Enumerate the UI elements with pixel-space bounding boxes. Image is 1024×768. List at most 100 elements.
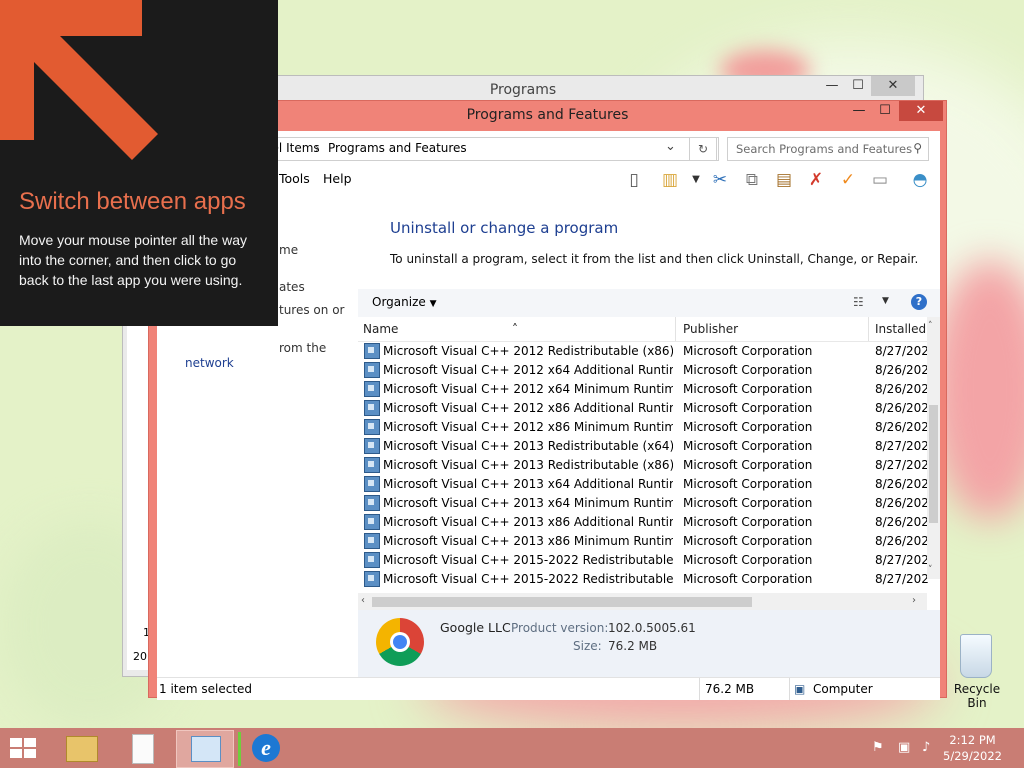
arrow-icon <box>0 0 158 160</box>
table-row[interactable]: Microsoft Visual C++ 2012 x64 Minimum Ru… <box>358 379 930 398</box>
table-row[interactable]: Microsoft Visual C++ 2015-2022 Redistrib… <box>358 550 930 569</box>
scroll-down-icon[interactable]: ˅ <box>928 565 933 575</box>
details-pane: Google LLC Product version: 102.0.5005.6… <box>358 610 940 677</box>
taskbar-internet-explorer[interactable]: e <box>238 730 294 766</box>
program-installed-date: 8/26/2021 <box>875 477 930 491</box>
program-list[interactable]: ˄ Name Publisher Installed On Microsoft … <box>358 317 940 593</box>
view-options-icon[interactable]: ☷ <box>853 295 864 309</box>
program-installed-date: 8/26/2021 <box>875 382 930 396</box>
menu-tools[interactable]: Tools <box>279 171 310 186</box>
address-dropdown[interactable]: ⌄ <box>665 139 676 154</box>
nav-link-network[interactable]: network <box>185 356 234 370</box>
refresh-button[interactable]: ↻ <box>689 137 717 161</box>
column-publisher[interactable]: Publisher <box>683 322 738 336</box>
installer-icon <box>364 571 380 587</box>
breadcrumb-programs-features[interactable]: Programs and Features <box>328 141 467 155</box>
breadcrumb-arrow[interactable]: › <box>315 141 320 155</box>
list-header: ˄ Name Publisher Installed On <box>358 317 940 342</box>
column-name[interactable]: Name <box>363 322 398 336</box>
flag-icon[interactable]: ⚑ <box>872 740 884 755</box>
column-divider[interactable] <box>868 317 869 341</box>
maximize-button[interactable]: ☐ <box>871 101 899 121</box>
help-icon[interactable]: ? <box>911 294 927 310</box>
scroll-thumb[interactable] <box>372 597 752 607</box>
nav-link-install[interactable]: rom the <box>279 341 326 355</box>
program-installed-date: 8/26/2021 <box>875 363 930 377</box>
start-button[interactable] <box>0 728 48 768</box>
table-row[interactable]: Microsoft Visual C++ 2012 x86 Additional… <box>358 398 930 417</box>
taskbar-notepad[interactable] <box>116 730 172 766</box>
menu-help[interactable]: Help <box>323 171 352 186</box>
organize-button[interactable]: Organize ▼ <box>372 295 437 309</box>
table-row[interactable]: Microsoft Visual C++ 2013 x64 Minimum Ru… <box>358 493 930 512</box>
network-icon[interactable]: ▣ <box>898 740 910 755</box>
recycle-bin-icon <box>960 634 992 678</box>
column-divider[interactable] <box>675 317 676 341</box>
details-version-label: Product version: <box>511 621 609 635</box>
horizontal-scrollbar[interactable]: ‹ › <box>358 593 927 610</box>
installer-icon <box>364 457 380 473</box>
table-row[interactable]: Microsoft Visual C++ 2012 x64 Additional… <box>358 360 930 379</box>
folder-options-icon[interactable]: ▥ <box>659 169 681 191</box>
properties-icon[interactable]: ▭ <box>869 169 891 191</box>
refresh-icon: ↻ <box>697 142 709 156</box>
minimize-button[interactable]: — <box>845 101 873 121</box>
table-row[interactable]: Microsoft Visual C++ 2013 Redistributabl… <box>358 455 930 474</box>
table-row[interactable]: Microsoft Visual C++ 2012 x86 Minimum Ru… <box>358 417 930 436</box>
search-input[interactable]: Search Programs and Features <box>736 142 912 156</box>
paste-icon[interactable]: ▤ <box>773 169 795 191</box>
details-size-label: Size: <box>573 639 602 653</box>
nav-link-updates[interactable]: ates <box>279 280 305 294</box>
scroll-thumb[interactable] <box>929 405 938 523</box>
chevron-down-icon[interactable]: ▼ <box>685 169 707 191</box>
command-bar: Organize ▼ ☷ ▼ ? <box>358 289 940 318</box>
clock[interactable]: 2:12 PM 5/29/2022 <box>943 732 1002 764</box>
search-box[interactable]: Search Programs and Features ⚲ <box>727 137 929 161</box>
scroll-left-icon[interactable]: ‹ <box>361 595 365 606</box>
installer-icon <box>364 533 380 549</box>
delete-icon[interactable]: ✗ <box>805 169 827 191</box>
taskbar-file-explorer[interactable] <box>54 730 110 766</box>
chevron-down-icon: ▼ <box>429 299 437 309</box>
close-button[interactable]: ✕ <box>899 101 943 121</box>
chevron-down-icon[interactable]: ▼ <box>882 296 889 306</box>
volume-icon[interactable]: ♪ <box>922 740 930 755</box>
scroll-up-icon[interactable]: ˄ <box>928 321 933 331</box>
taskbar-control-panel[interactable] <box>176 730 234 768</box>
program-publisher: Microsoft Corporation <box>683 477 813 491</box>
nav-link-home[interactable]: me <box>279 243 298 257</box>
cut-icon[interactable]: ✂ <box>709 169 731 191</box>
sort-indicator-icon: ˄ <box>512 322 518 336</box>
table-row[interactable]: Microsoft Visual C++ 2013 x86 Minimum Ru… <box>358 531 930 550</box>
details-publisher: Google LLC <box>440 620 511 635</box>
nav-link-features[interactable]: tures on or <box>279 303 344 317</box>
table-row[interactable]: Microsoft Visual C++ 2015-2022 Redistrib… <box>358 569 930 588</box>
control-panel-icon[interactable]: ◓ <box>909 169 931 191</box>
recycle-bin[interactable]: Recycle Bin <box>944 632 1010 710</box>
program-name: Microsoft Visual C++ 2012 x86 Additional… <box>383 401 673 415</box>
close-button[interactable]: ✕ <box>871 76 915 96</box>
program-publisher: Microsoft Corporation <box>683 420 813 434</box>
layout-icon[interactable]: ▯ <box>623 169 645 191</box>
program-name: Microsoft Visual C++ 2012 Redistributabl… <box>383 344 673 358</box>
vertical-scrollbar[interactable]: ˄ ˅ <box>927 317 940 579</box>
program-name: Microsoft Visual C++ 2013 x86 Minimum Ru… <box>383 534 673 548</box>
maximize-button[interactable]: ☐ <box>843 76 873 96</box>
table-row[interactable]: Microsoft Visual C++ 2012 Redistributabl… <box>358 341 930 360</box>
copy-icon[interactable]: ⧉ <box>741 169 763 191</box>
program-installed-date: 8/27/2021 <box>875 572 930 586</box>
column-installed-on[interactable]: Installed On <box>875 322 930 336</box>
installer-icon <box>364 362 380 378</box>
program-name: Microsoft Visual C++ 2013 Redistributabl… <box>383 439 673 453</box>
checkmark-icon[interactable]: ✓ <box>837 169 859 191</box>
details-size: 76.2 MB <box>608 639 658 653</box>
status-selected: 1 item selected <box>159 682 253 696</box>
switch-apps-tip[interactable]: Switch between apps Move your mouse poin… <box>0 0 278 326</box>
scroll-right-icon[interactable]: › <box>912 595 916 606</box>
table-row[interactable]: Microsoft Visual C++ 2013 x86 Additional… <box>358 512 930 531</box>
table-row[interactable]: Microsoft Visual C++ 2013 Redistributabl… <box>358 436 930 455</box>
table-row[interactable]: Microsoft Visual C++ 2013 x64 Additional… <box>358 474 930 493</box>
control-panel-icon <box>191 736 221 762</box>
program-installed-date: 8/26/2021 <box>875 534 930 548</box>
program-installed-date: 8/27/2021 <box>875 458 930 472</box>
